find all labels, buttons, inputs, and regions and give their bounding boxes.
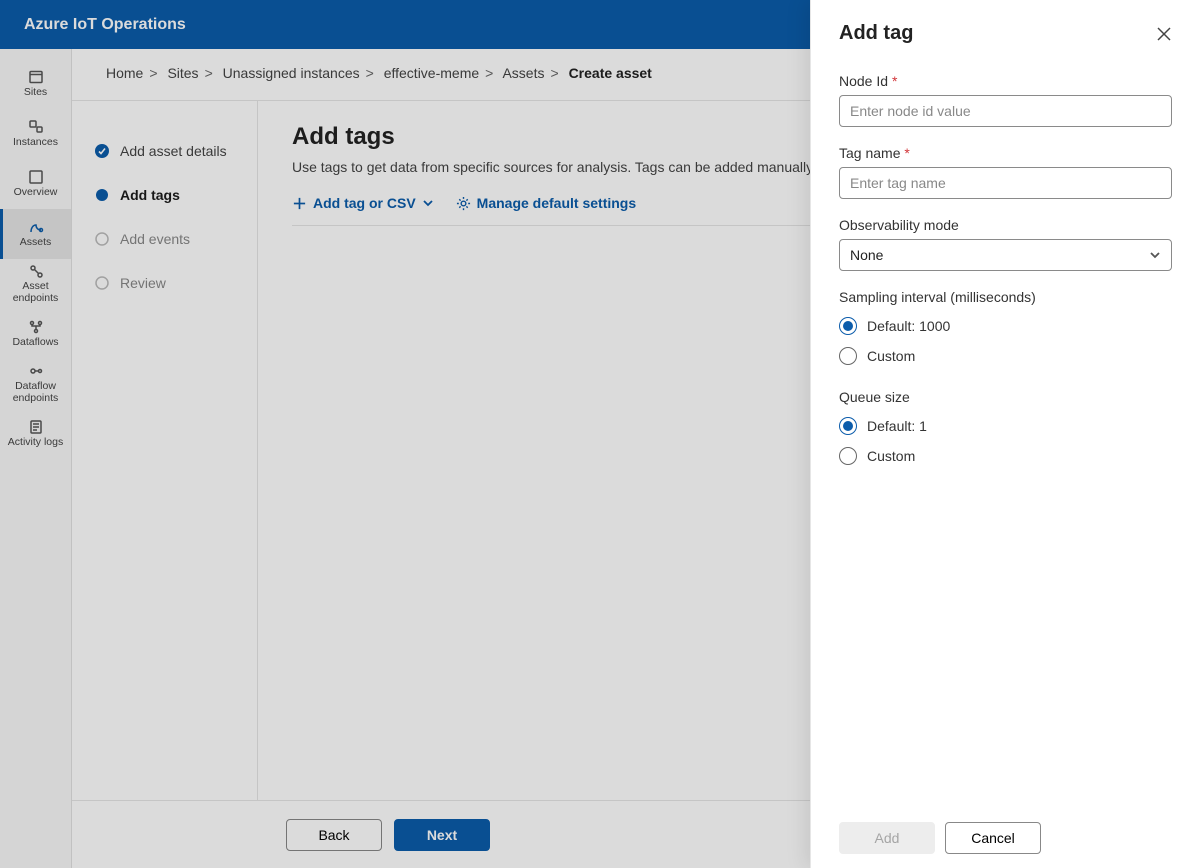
panel-title: Add tag bbox=[839, 22, 913, 45]
queue-default-radio[interactable]: Default: 1 bbox=[839, 411, 1172, 441]
radio-label: Custom bbox=[867, 348, 915, 364]
radio-label: Default: 1000 bbox=[867, 318, 950, 334]
sampling-label: Sampling interval (milliseconds) bbox=[839, 289, 1172, 305]
select-value: None bbox=[850, 247, 883, 263]
panel-footer: Add Cancel bbox=[811, 808, 1200, 868]
chevron-down-icon bbox=[1149, 249, 1161, 261]
radio-icon bbox=[839, 347, 857, 365]
sampling-custom-radio[interactable]: Custom bbox=[839, 341, 1172, 371]
tag-name-label: Tag name * bbox=[839, 145, 1172, 161]
radio-icon bbox=[839, 417, 857, 435]
add-button: Add bbox=[839, 822, 935, 854]
queue-custom-radio[interactable]: Custom bbox=[839, 441, 1172, 471]
tag-name-input[interactable] bbox=[839, 167, 1172, 199]
node-id-label: Node Id * bbox=[839, 73, 1172, 89]
panel-body: Node Id * Tag name * Observability mode … bbox=[811, 55, 1200, 808]
cancel-button[interactable]: Cancel bbox=[945, 822, 1041, 854]
queue-radio-group: Default: 1 Custom bbox=[839, 411, 1172, 471]
close-icon[interactable] bbox=[1156, 26, 1172, 42]
radio-icon bbox=[839, 317, 857, 335]
sampling-radio-group: Default: 1000 Custom bbox=[839, 311, 1172, 371]
sampling-default-radio[interactable]: Default: 1000 bbox=[839, 311, 1172, 341]
queue-label: Queue size bbox=[839, 389, 1172, 405]
add-tag-panel: Add tag Node Id * Tag name * Observabili… bbox=[810, 0, 1200, 868]
modal-scrim bbox=[0, 0, 810, 868]
observability-label: Observability mode bbox=[839, 217, 1172, 233]
radio-label: Custom bbox=[867, 448, 915, 464]
node-id-input[interactable] bbox=[839, 95, 1172, 127]
radio-label: Default: 1 bbox=[867, 418, 927, 434]
observability-select[interactable]: None bbox=[839, 239, 1172, 271]
radio-icon bbox=[839, 447, 857, 465]
panel-header: Add tag bbox=[811, 0, 1200, 55]
